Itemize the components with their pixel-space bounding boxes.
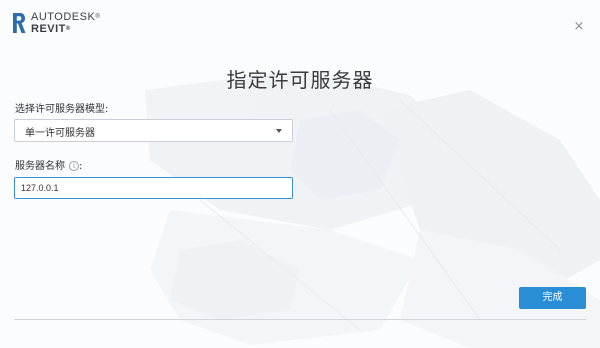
background-artwork [145, 70, 600, 348]
close-icon[interactable]: × [572, 20, 586, 34]
license-model-value: 单一许可服务器 [25, 128, 95, 139]
title-bar: AUTODESK® REVIT® × [0, 0, 600, 44]
finish-button[interactable]: 完成 [519, 287, 586, 309]
server-name-label: 服务器名称 [15, 161, 65, 172]
revit-r-icon [13, 13, 26, 33]
footer-divider [14, 319, 586, 320]
license-server-dialog: AUTODESK® REVIT® × 指定许可服务器 选择许可服务器模型: 单一… [0, 0, 600, 348]
company-name: AUTODESK [31, 11, 96, 23]
server-name-input[interactable]: 127.0.0.1 [14, 177, 293, 199]
model-label: 选择许可服务器模型: [15, 104, 109, 115]
license-model-select[interactable]: 单一许可服务器 [14, 119, 293, 142]
page-title: 指定许可服务器 [226, 68, 374, 92]
server-name-label-row: 服务器名称 i: [15, 157, 82, 172]
product-name: REVIT [31, 23, 66, 35]
chevron-down-icon [276, 129, 282, 133]
info-icon[interactable]: i [69, 161, 79, 171]
brand-wordmark: AUTODESK® REVIT® [31, 11, 101, 35]
server-name-label-suffix: : [79, 161, 83, 172]
